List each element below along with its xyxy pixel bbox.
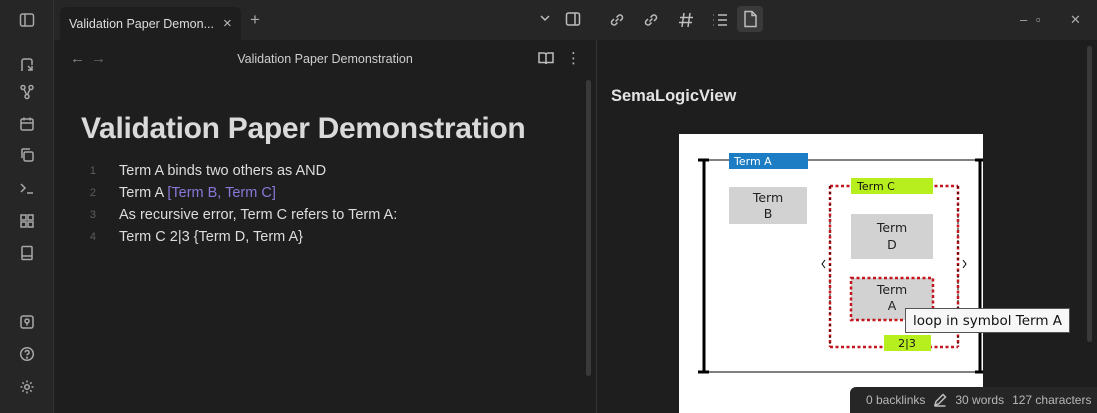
term-a-header-label: Term A [733, 155, 772, 168]
close-window-button[interactable]: ✕ [1070, 12, 1081, 28]
status-bar: 0 backlinks 30 words 127 characters [850, 387, 1097, 413]
term-a-inner-label-2: A [888, 298, 897, 313]
file-icon [744, 10, 757, 28]
semalogic-view-panel: SemaLogicView Term A Term B Term C Term … [596, 40, 1097, 413]
tab-bar: Validation Paper Demon... × + [54, 0, 596, 40]
settings-icon[interactable] [18, 378, 36, 396]
editor-line[interactable]: 4 Term C 2|3 {Term D, Term A} [54, 226, 303, 248]
term-d-label-1: Term [876, 220, 907, 235]
left-ribbon [0, 0, 54, 413]
terminal-icon[interactable] [18, 179, 36, 197]
loop-tooltip: loop in symbol Term A [905, 308, 1071, 333]
word-count: 30 words [955, 393, 1005, 407]
help-icon[interactable] [18, 345, 36, 363]
outline-icon[interactable] [711, 11, 729, 29]
editor-pane: ← → Validation Paper Demonstration ⋮ Val… [54, 40, 596, 413]
edit-mode-icon[interactable] [933, 393, 947, 407]
editor-line[interactable]: 3 As recursive error, Term C refers to T… [54, 204, 397, 226]
line-text: Term A binds two others as AND [119, 163, 327, 179]
line-number: 1 [89, 165, 96, 177]
view-header-title[interactable]: Validation Paper Demonstration [54, 52, 596, 66]
line-number: 4 [89, 231, 96, 243]
chevron-down-icon[interactable] [538, 11, 552, 25]
minimize-button[interactable]: – [1020, 12, 1027, 27]
line-text-prefix: Term A [119, 185, 168, 201]
right-sidebar-toggle-icon[interactable] [565, 11, 581, 27]
line-number: 3 [89, 209, 96, 221]
term-c-header-label: Term C [856, 180, 895, 193]
editor-line[interactable]: 2 Term A [Term B, Term C] [54, 182, 276, 204]
maximize-button[interactable]: ▫ [1036, 12, 1041, 27]
editor-line[interactable]: 1 Term A binds two others as AND [54, 160, 326, 182]
new-tab-button[interactable]: + [250, 10, 260, 30]
panel-scrollbar[interactable] [1087, 46, 1092, 342]
tab-title: Validation Paper Demon... [69, 16, 214, 31]
canvas-icon[interactable] [18, 212, 36, 230]
close-icon[interactable]: × [223, 15, 232, 32]
term-b-label-2: B [764, 206, 773, 221]
document-title[interactable]: Validation Paper Demonstration [81, 112, 526, 146]
view-header: ← → Validation Paper Demonstration ⋮ [54, 40, 596, 76]
diagram-canvas: Term A Term B Term C Term D Term A 2|3 [698, 153, 983, 374]
line-text: Term A [Term B, Term C] [119, 185, 276, 201]
term-a-inner-label-1: Term [876, 282, 907, 297]
cardinality-label: 2|3 [898, 337, 916, 350]
term-b-label-1: Term [752, 190, 783, 205]
character-count: 127 characters [1012, 393, 1092, 407]
sidebar-toggle-icon[interactable] [18, 11, 36, 29]
open-switcher-icon[interactable] [18, 56, 36, 74]
book-icon[interactable] [18, 244, 36, 262]
graph-view-icon[interactable] [18, 83, 36, 101]
right-toolbar: – ▫ ✕ [596, 0, 1097, 40]
outgoing-links-icon[interactable] [608, 11, 626, 29]
editor-scrollbar[interactable] [586, 80, 591, 376]
vault-icon[interactable] [18, 313, 36, 331]
reading-view-icon[interactable] [538, 51, 554, 65]
line-text: As recursive error, Term C refers to Ter… [119, 207, 398, 223]
semalogic-diagram[interactable]: Term A Term B Term C Term D Term A 2|3 [679, 134, 983, 413]
backlinks-icon[interactable] [642, 11, 660, 29]
view-title: SemaLogicView [611, 87, 737, 105]
term-list-link[interactable]: [Term B, Term C] [167, 185, 276, 201]
line-text: Term C 2|3 {Term D, Term A} [119, 229, 303, 245]
term-d-label-2: D [887, 237, 897, 252]
backlinks-count[interactable]: 0 backlinks [866, 393, 925, 407]
tags-icon[interactable] [677, 11, 695, 29]
line-number: 2 [89, 187, 96, 199]
more-options-icon[interactable]: ⋮ [566, 49, 581, 67]
calendar-icon[interactable] [18, 115, 36, 133]
copy-icon[interactable] [18, 146, 36, 164]
file-tab-active[interactable] [737, 6, 763, 32]
tab-validation-paper[interactable]: Validation Paper Demon... × [60, 7, 241, 40]
